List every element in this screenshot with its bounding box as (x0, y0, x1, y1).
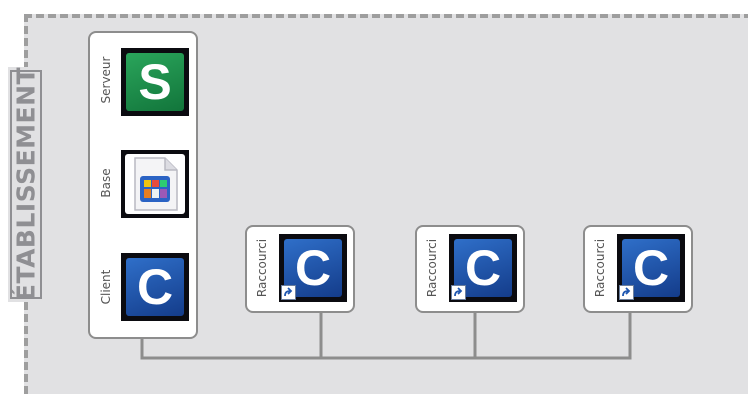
shortcut-arrow-icon (281, 285, 296, 300)
client-app-icon[interactable]: C (121, 253, 189, 321)
shortcut-arrow-icon (451, 285, 466, 300)
database-graphic (134, 157, 178, 211)
shortcut-arrow-icon (619, 285, 634, 300)
database-file-icon[interactable] (121, 150, 189, 218)
shortcut-label-1: Raccourci (255, 238, 269, 298)
connector-bus-line (140, 312, 632, 360)
client-shortcut-icon-1[interactable]: C (279, 234, 347, 302)
shortcut-glyph-1: C (294, 240, 332, 296)
shortcut-label-3: Raccourci (593, 238, 607, 298)
server-glyph: S (138, 54, 172, 110)
server-app-icon[interactable]: S (121, 48, 189, 116)
client-glyph: C (136, 259, 174, 315)
client-shortcut-icon-2[interactable]: C (449, 234, 517, 302)
database-label: Base (99, 168, 113, 198)
shortcut-label-2: Raccourci (425, 238, 439, 298)
server-label: Serveur (99, 56, 113, 104)
shortcut-glyph-2: C (464, 240, 502, 296)
client-shortcut-icon-3[interactable]: C (617, 234, 685, 302)
shortcut-glyph-3: C (632, 240, 670, 296)
client-label: Client (99, 269, 113, 305)
